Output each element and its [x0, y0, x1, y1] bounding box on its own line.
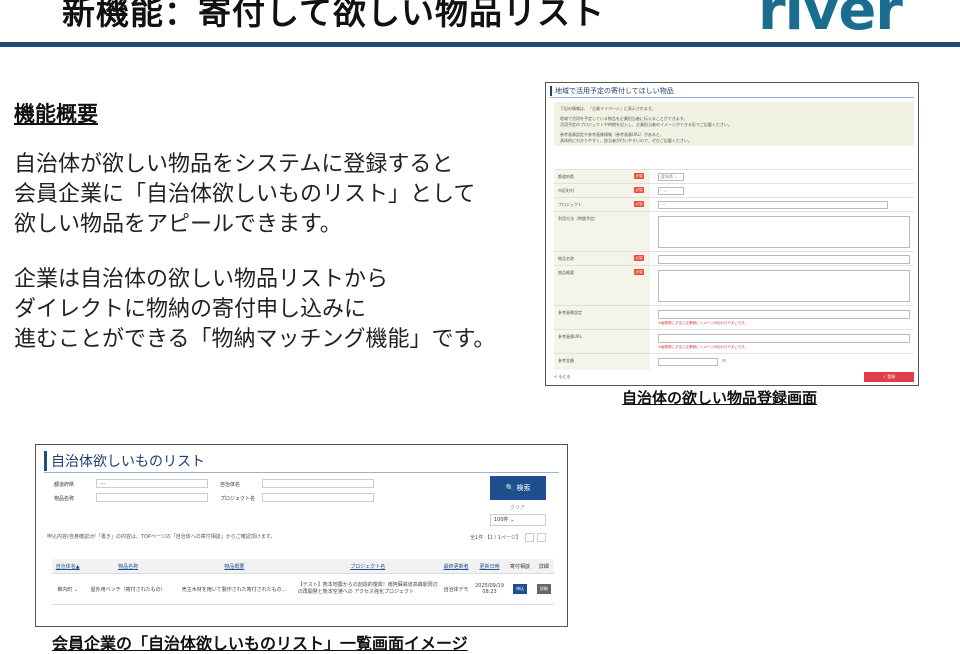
filter-label: 物品名称 — [54, 496, 75, 502]
wishlist-screen: 自治体欲しいものリスト 都道府県 --- 自治体名 物品名称 プロジェクト名 🔍… — [35, 444, 568, 627]
cell-municipality: 稚内町 ⌄ — [52, 573, 84, 605]
required-badge: 必須 — [634, 269, 644, 275]
field-label: 物品概要 必須 — [554, 266, 650, 306]
column-header: 寄付相談 — [506, 559, 534, 574]
overview-paragraph-1: 自治体が欲しい物品をシステムに登録すると 会員企業に「自治体欲しいものリスト」と… — [14, 150, 475, 240]
field-hint: ※画像等にすると企業側にイメージが伝わりやすいです。 — [658, 321, 748, 325]
form-row-usage: 利用方法（時間予定） — [554, 211, 914, 252]
column-header: 詳細 — [533, 559, 554, 574]
wishlist-caption: 会員企業の「自治体欲しいものリスト」一覧画面イメージ — [52, 634, 468, 653]
ref-url-input[interactable] — [658, 334, 910, 343]
cell-apply: 申込 — [506, 573, 534, 605]
registration-screen: 地域で活用予定の寄付してほしい物品 下記の情報は、「企業マイページ」に表示されま… — [545, 82, 919, 386]
item-name-input[interactable] — [96, 493, 208, 502]
form-row-ref-image: 参考画像設定 ※画像等にすると企業側にイメージが伝わりやすいです。 — [554, 305, 914, 330]
project-name-input[interactable] — [262, 493, 374, 502]
price-unit: 円 — [722, 359, 726, 363]
column-header[interactable]: 物品概要 — [172, 559, 296, 574]
form-row-ref-url: 参考画像URL ※画像等にすると企業側にイメージが伝わりやすいです。 — [554, 329, 914, 354]
required-badge: 必須 — [634, 173, 644, 179]
field-label: 参考画像設定 — [554, 306, 650, 330]
pagination: 全1件 【1 / 1ページ】 — [470, 533, 547, 542]
header-divider — [0, 42, 960, 47]
column-header[interactable]: プロジェクト名 — [295, 559, 440, 574]
cell-detail: 詳細 — [533, 573, 554, 605]
prev-page-button[interactable] — [524, 533, 534, 542]
form-row-project: プロジェクト 必須 --- — [554, 197, 914, 212]
field-label: 参考画像URL — [554, 330, 650, 354]
slide-title: 新機能：寄付して欲しい物品リスト — [62, 0, 606, 32]
required-badge: 必須 — [634, 201, 644, 207]
form-row-municipality: 市区町村 必須 - ⌄ — [554, 183, 914, 198]
table-row: 稚内町 ⌄ 屋外用ベンチ（寄付されたもの） 売主木材を用いて製作された寄付された… — [52, 573, 554, 605]
apply-button[interactable]: 申込 — [513, 584, 528, 594]
filter-label: 都道府県 — [54, 482, 75, 488]
form-row-ref-price: 参考金額 円 — [554, 353, 914, 370]
cell-summary: 売主木材を用いて製作された寄付されたもの… — [172, 573, 296, 605]
river-logo: river — [758, 0, 903, 43]
field-label: 市区町村 必須 — [554, 184, 650, 198]
overview-paragraph-2: 企業は自治体の欲しい物品リストから ダイレクトに物納の寄付申し込みに 進むことが… — [14, 265, 495, 355]
field-label: 都道府県 必須 — [554, 170, 650, 184]
text-line: 進むことができる「物納マッチング機能」です。 — [14, 327, 496, 352]
field-label: 参考金額 — [554, 354, 650, 370]
prefecture-select[interactable]: 愛知県 ⌄ — [658, 173, 684, 181]
project-select[interactable]: --- — [658, 201, 888, 209]
registration-notes: 下記の情報は、「企業マイページ」に表示されます。 地域で活用を予定している物品を… — [554, 102, 914, 146]
form-row-item-name: 物品名称 必須 — [554, 251, 914, 266]
search-button[interactable]: 🔍 検索 — [490, 476, 546, 500]
text-line: 欲しい物品をアピールできます。 — [14, 212, 342, 237]
field-hint: ※画像等にすると企業側にイメージが伝わりやすいです。 — [658, 345, 748, 349]
cell-updater: 自治体デモ — [439, 573, 473, 605]
submit-button[interactable]: ✓ 登録 — [864, 372, 914, 382]
per-page-select[interactable]: 100件 ⌄ — [490, 514, 546, 526]
cell-updated: 2025/09/19 08:23 — [472, 573, 507, 605]
cell-project: 【テスト】熊本地震からの創造的復興！南阿蘇鉄道高森駅周辺の再開発と熊本空港への … — [295, 573, 440, 605]
column-header[interactable]: 最終更新者 — [439, 559, 473, 574]
municipality-select[interactable]: - ⌄ — [658, 187, 684, 195]
list-note: 申込内容(自身確認)が「書き」の内容は、TOPページの「自治体への寄付相談」から… — [47, 534, 276, 540]
back-link[interactable]: < もどる — [554, 374, 571, 380]
registration-title: 地域で活用予定の寄付してほしい物品 — [550, 86, 674, 96]
divider — [550, 97, 914, 98]
divider — [44, 472, 559, 473]
field-label: プロジェクト 必須 — [554, 198, 650, 212]
required-badge: 必須 — [634, 255, 644, 261]
field-label: 利用方法（時間予定） — [554, 212, 650, 252]
wishlist-title: 自治体欲しいものリスト — [44, 451, 205, 471]
cell-item: 屋外用ベンチ（寄付されたもの） — [83, 573, 173, 605]
text-line: 自治体が欲しい物品をシステムに登録すると — [14, 152, 454, 177]
pagination-info: 全1件 【1 / 1ページ】 — [470, 535, 521, 541]
wishlist-table: 自治体名▲ 物品名称 物品概要 プロジェクト名 最終更新者 更新日時 寄付相談 … — [52, 559, 554, 605]
municipality-input[interactable] — [262, 479, 374, 488]
field-label: 物品名称 必須 — [554, 252, 650, 266]
ref-price-input[interactable] — [658, 358, 718, 366]
text-line: ダイレクトに物納の寄付申し込みに — [14, 297, 367, 322]
text-line: 会員企業に「自治体欲しいものリスト」として — [14, 182, 476, 207]
filter-label: プロジェクト名 — [220, 496, 256, 502]
overview-heading: 機能概要 — [14, 102, 98, 126]
text-line: 企業は自治体の欲しい物品リストから — [14, 267, 389, 292]
table-header-row: 自治体名▲ 物品名称 物品概要 プロジェクト名 最終更新者 更新日時 寄付相談 … — [52, 559, 554, 574]
prefecture-select[interactable]: --- — [96, 479, 208, 488]
note-line: 具体的にわかりやすく、該当者が付いやすいので、ぜひご記載ください。 — [560, 138, 692, 143]
form-row-item-summary: 物品概要 必須 — [554, 265, 914, 306]
column-header[interactable]: 自治体名▲ — [52, 559, 84, 574]
filter-label: 自治体名 — [220, 482, 241, 488]
column-header[interactable]: 更新日時 — [472, 559, 507, 574]
form-row-prefecture: 都道府県 必須 愛知県 ⌄ — [554, 169, 914, 184]
detail-button[interactable]: 詳細 — [536, 584, 551, 594]
next-page-button[interactable] — [537, 533, 547, 542]
clear-link[interactable]: クリア — [510, 504, 525, 511]
item-name-input[interactable] — [658, 255, 910, 264]
required-badge: 必須 — [634, 187, 644, 193]
registration-caption: 自治体の欲しい物品登録画面 — [622, 389, 818, 407]
ref-image-input[interactable] — [658, 310, 910, 319]
item-summary-textarea[interactable] — [658, 270, 910, 302]
usage-textarea[interactable] — [658, 216, 910, 248]
column-header[interactable]: 物品名称 — [83, 559, 173, 574]
